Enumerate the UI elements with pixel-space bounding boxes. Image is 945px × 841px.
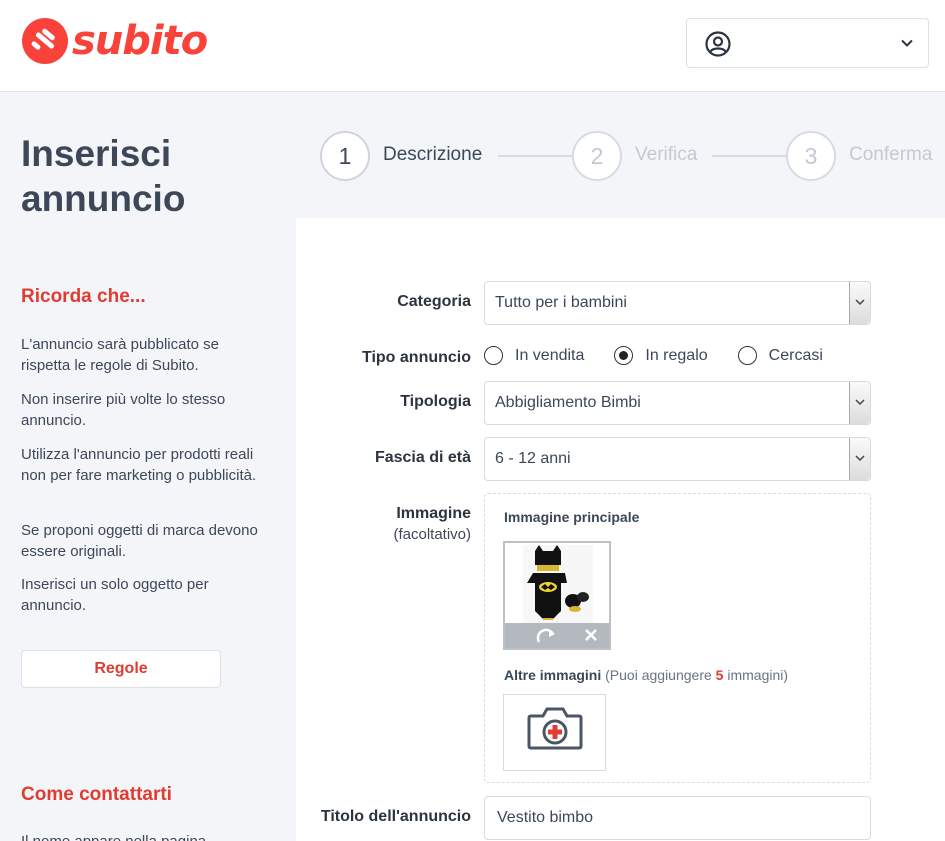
baby-outfit-photo [505, 543, 609, 623]
tip-text: Non inserire più volte lo stesso annunci… [21, 391, 226, 429]
age-label: Fascia di età [374, 449, 471, 466]
other-images-prefix: (Puoi aggiungere [605, 667, 716, 683]
page-title: Inserisci annuncio [21, 133, 186, 219]
tip-text: Utilizza l'annuncio per prodotti reali n… [21, 446, 257, 484]
age-select[interactable]: 6 - 12 anni [484, 437, 871, 481]
typology-label: Tipologia [400, 393, 471, 410]
category-value: Tutto per i bambini [495, 294, 627, 311]
radio-cercasi[interactable]: Cercasi [737, 346, 823, 365]
contact-heading: Come contattarti [21, 784, 172, 805]
radio-label: In vendita [515, 346, 585, 364]
tip-text: L'annuncio sarà pubblicato se rispetta l… [21, 336, 220, 374]
contact-text: Il nome appare nella pagina [21, 831, 271, 841]
tip-text: Se proponi oggetti di marca devono esser… [21, 522, 258, 560]
category-label: Categoria [397, 293, 471, 310]
remember-heading: Ricorda che... [21, 286, 146, 307]
ad-type-radio-group: In vendita In regalo Cercasi [484, 346, 853, 365]
tip-text: Inserisci un solo oggetto per annuncio. [21, 576, 209, 614]
step-1-circle: 1 [320, 131, 370, 181]
main-image-thumbnail[interactable] [503, 541, 611, 650]
ad-form: Categoria Tutto per i bambini Tipo annun… [296, 218, 945, 841]
chevron-down-icon [849, 382, 870, 424]
typology-value: Abbigliamento Bimbi [495, 394, 641, 411]
radio-label: In regalo [645, 346, 708, 364]
radio-circle [484, 346, 503, 365]
step-3-label: Conferma [849, 144, 933, 165]
radio-in-vendita[interactable]: In vendita [484, 346, 584, 365]
camera-add-icon [527, 704, 583, 755]
close-icon[interactable] [584, 628, 598, 647]
progress-stepper: 1 Descrizione 2 Verifica 3 Conferma [320, 131, 945, 181]
step-connector [712, 155, 786, 157]
category-select[interactable]: Tutto per i bambini [484, 281, 871, 325]
rules-button[interactable]: Regole [21, 650, 221, 688]
chevron-down-icon [849, 438, 870, 480]
step-3-circle: 3 [786, 131, 836, 181]
other-images-title: Altre immagini (Puoi aggiungere 5 immagi… [504, 667, 788, 683]
step-2-circle: 2 [572, 131, 622, 181]
add-photo-button[interactable] [503, 694, 606, 771]
title-input[interactable] [484, 796, 871, 840]
typology-select[interactable]: Abbigliamento Bimbi [484, 381, 871, 425]
sidebar: Inserisci annuncio Ricorda che... L'annu… [0, 93, 296, 841]
thumbnail-actions [505, 623, 609, 648]
image-upload-area: Immagine principale Altre immagini (Puoi… [484, 493, 871, 783]
image-optional-label: (facoltativo) [393, 526, 471, 543]
radio-circle [737, 346, 757, 365]
other-images-suffix: immagini) [723, 667, 789, 683]
rotate-icon[interactable] [535, 626, 559, 651]
step-1-label: Descrizione [383, 144, 483, 165]
main-image-title: Immagine principale [504, 509, 640, 525]
age-value: 6 - 12 anni [495, 450, 571, 467]
image-label: Immagine [396, 505, 471, 522]
ad-type-label: Tipo annuncio [361, 349, 471, 366]
radio-label: Cercasi [768, 346, 823, 364]
radio-circle-checked [614, 346, 634, 365]
chevron-down-icon [900, 36, 914, 55]
subito-logo[interactable]: subito [22, 18, 208, 64]
other-images-label: Altre immagini [504, 667, 602, 683]
radio-in-regalo[interactable]: In regalo [614, 346, 708, 365]
user-menu-dropdown[interactable] [686, 18, 929, 68]
step-2-label: Verifica [635, 144, 698, 165]
step-connector [498, 155, 572, 157]
chevron-down-icon [849, 282, 870, 324]
logo-mark-icon [22, 18, 68, 64]
title-label: Titolo dell'annuncio [320, 808, 471, 825]
logo-text: subito [72, 18, 208, 64]
header: subito [0, 0, 945, 92]
user-circle-icon [705, 31, 731, 62]
